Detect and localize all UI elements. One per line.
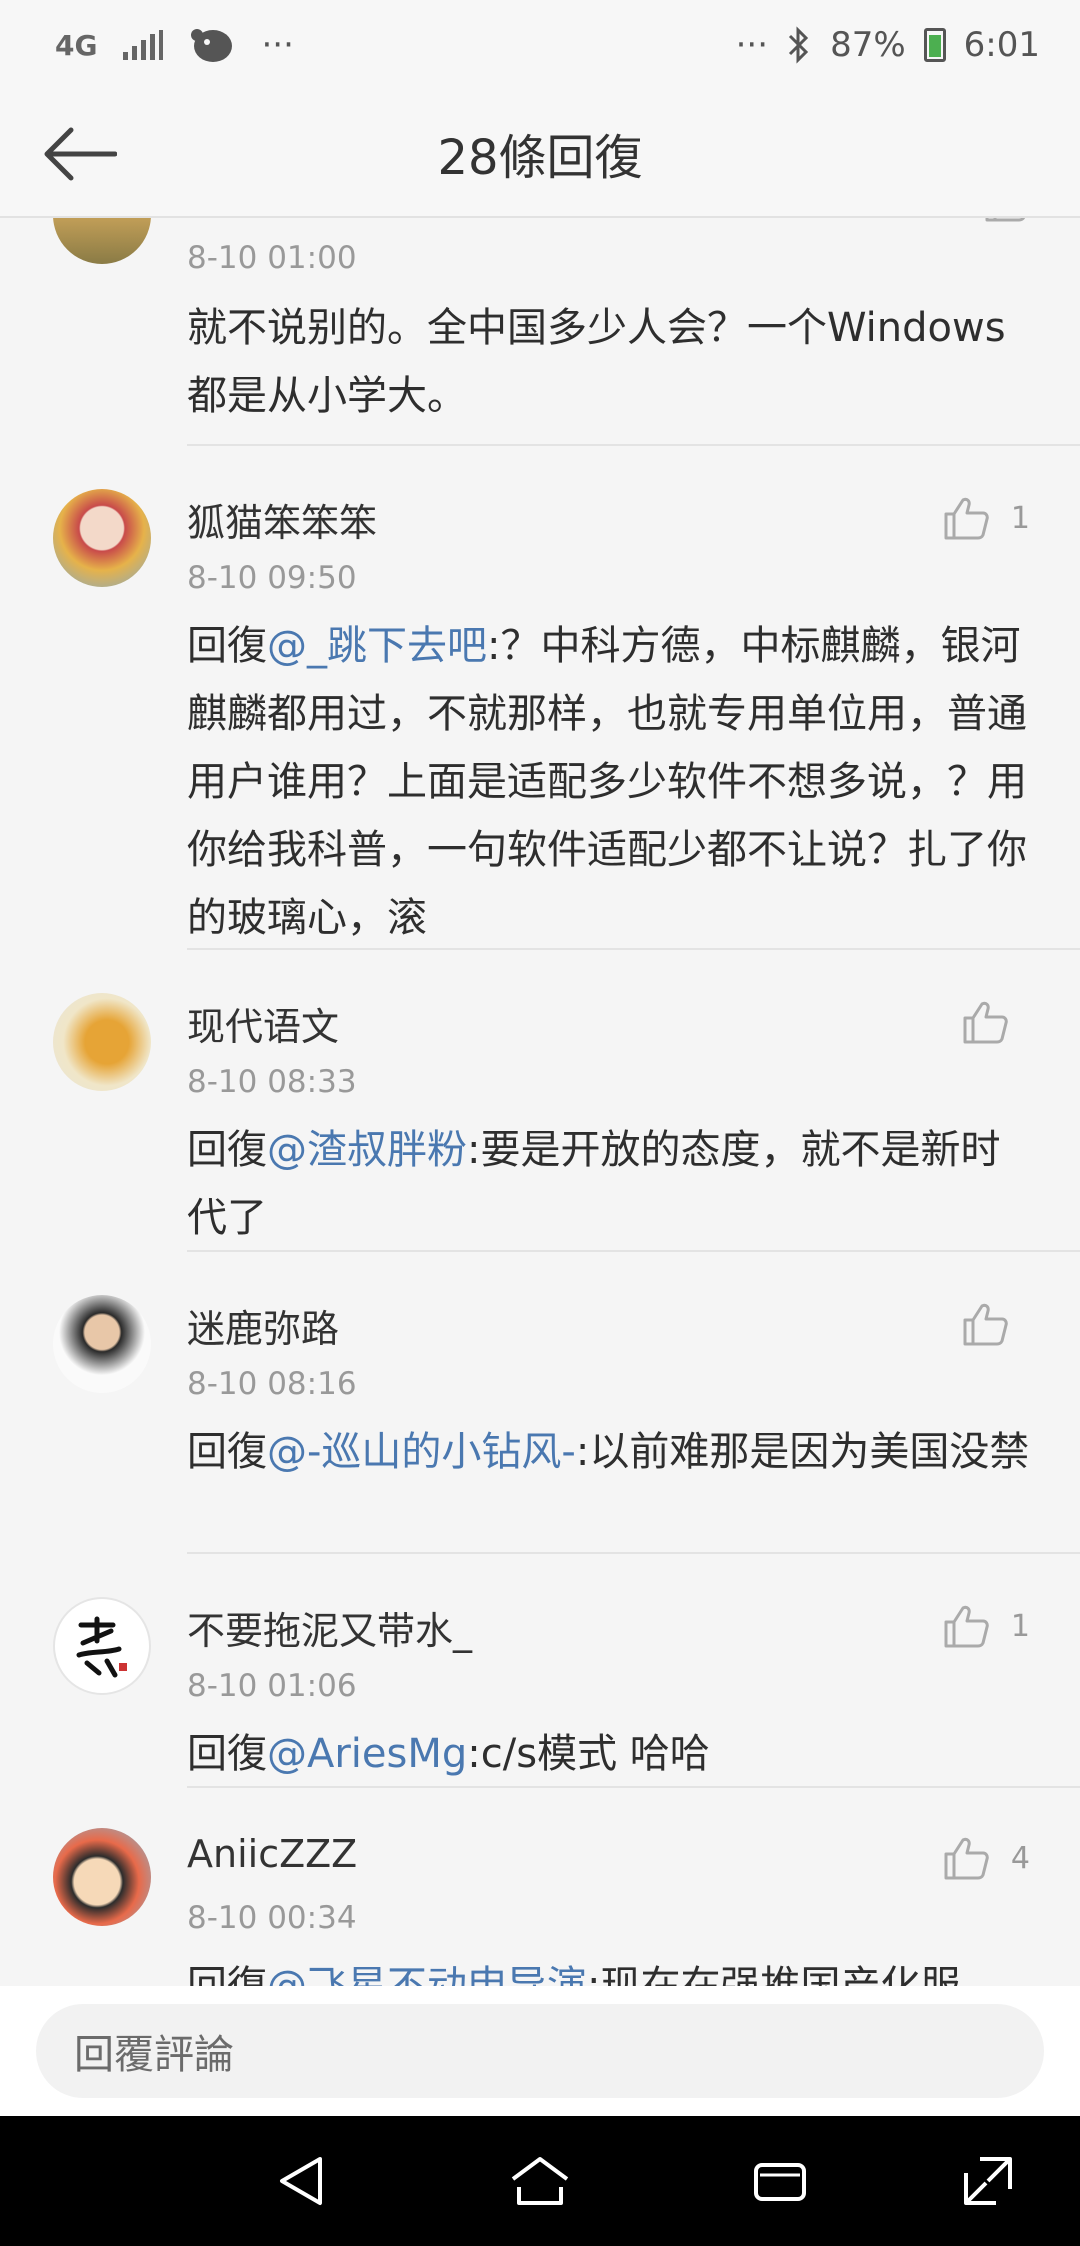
reply-prefix: 回復 xyxy=(187,1429,267,1475)
signal-icon xyxy=(123,30,164,60)
avatar[interactable] xyxy=(53,489,151,587)
clock: 6:01 xyxy=(963,25,1040,65)
nav-expand-button[interactable] xyxy=(948,2146,1028,2216)
like-count: 1 xyxy=(1010,1608,1030,1644)
comment-text: 回復@渣叔胖粉:要是开放的态度，就不是新时代了 xyxy=(187,1116,1030,1252)
reply-prefix: 回復 xyxy=(187,1963,267,1986)
reply-prefix: 回復 xyxy=(187,623,267,669)
comment-text: 回復@-巡山的小钻风-:以前难那是因为美国没禁 xyxy=(187,1418,1030,1486)
mention-link[interactable]: @-巡山的小钻风- xyxy=(267,1429,576,1475)
comment-item: 现代语文 8-10 08:33 回復@渣叔胖粉:要是开放的态度，就不是新时代了 xyxy=(0,950,1080,1252)
triangle-back-icon xyxy=(280,2157,322,2205)
reply-body: :以前难那是因为美国没禁 xyxy=(575,1429,1030,1475)
top-bar: 28條回復 xyxy=(0,90,1080,218)
mention-link[interactable]: @飞星不动申导演 xyxy=(267,1963,587,1986)
home-icon xyxy=(511,2157,569,2205)
comment-time: 8-10 01:06 xyxy=(187,1668,357,1704)
thumbs-up-icon xyxy=(944,1837,989,1880)
username[interactable]: 不要拖泥又带水_ xyxy=(187,1600,472,1655)
reply-prefix: 回復 xyxy=(187,1127,267,1173)
reply-body: :现在在强推国产化服 xyxy=(587,1963,961,1986)
like-button[interactable]: 1 xyxy=(943,496,1030,540)
network-type: 4G xyxy=(55,28,98,62)
username[interactable]: 迷鹿弥路 xyxy=(187,1298,339,1353)
recents-icon xyxy=(754,2163,806,2201)
comment-text: 就不说别的。全中国多少人会？一个Windows都是从小学大。 xyxy=(187,305,1006,419)
like-button[interactable] xyxy=(962,1000,1030,1044)
reply-body: :？中科方德，中标麒麟，银河麒麟都用过，不就那样，也就专用单位用，普通用户谁用？… xyxy=(187,623,1027,941)
thumbs-up-icon xyxy=(963,1303,1008,1346)
page-title: 28條回復 xyxy=(437,130,643,186)
thumbs-up-icon xyxy=(985,218,1026,222)
avatar[interactable] xyxy=(53,993,151,1091)
comment-item: 狐猫笨笨笨 1 8-10 09:50 回復@_跳下去吧:？中科方德，中标麒麟，银… xyxy=(0,446,1080,950)
reply-body: :c/s模式 哈哈 xyxy=(467,1731,710,1777)
username[interactable]: AniicZZZ xyxy=(187,1832,357,1876)
more-notifications-icon: ··· xyxy=(261,25,294,65)
nav-recents-button[interactable] xyxy=(740,2146,820,2216)
status-bar: 4G ··· ··· 87% 6:01 xyxy=(0,0,1080,90)
comment-time: 8-10 00:34 xyxy=(187,1900,357,1936)
thumbs-up-icon xyxy=(963,1001,1008,1044)
expand-icon xyxy=(964,2157,1012,2205)
avatar[interactable] xyxy=(53,1295,151,1393)
mention-link[interactable]: @AriesMg xyxy=(267,1731,467,1777)
mention-link[interactable]: @渣叔胖粉 xyxy=(267,1127,467,1173)
comment-item: 8-10 01:00 就不说别的。全中国多少人会？一个Windows都是从小学大… xyxy=(0,218,1080,446)
comment-time: 8-10 01:00 xyxy=(187,240,357,276)
mention-link[interactable]: @_跳下去吧 xyxy=(267,623,487,669)
app-notification-icon xyxy=(191,29,233,62)
avatar[interactable] xyxy=(53,218,151,264)
comment-time: 8-10 08:33 xyxy=(187,1064,357,1100)
like-button[interactable] xyxy=(984,218,1030,222)
like-button[interactable]: 4 xyxy=(943,1836,1030,1880)
like-button[interactable] xyxy=(962,1302,1030,1346)
nav-back-button[interactable] xyxy=(262,2146,342,2216)
reply-prefix: 回復 xyxy=(187,1731,267,1777)
username[interactable]: 现代语文 xyxy=(187,996,339,1051)
thumbs-up-icon xyxy=(944,497,989,540)
reply-bar: 回覆評論 xyxy=(0,1986,1080,2116)
comment-item: 迷鹿弥路 8-10 08:16 回復@-巡山的小钻风-:以前难那是因为美国没禁 xyxy=(0,1252,1080,1554)
avatar[interactable] xyxy=(53,1828,151,1926)
avatar[interactable] xyxy=(53,1597,151,1695)
comment-time: 8-10 08:16 xyxy=(187,1366,357,1402)
like-button[interactable]: 1 xyxy=(943,1604,1030,1648)
navigation-bar xyxy=(0,2116,1080,2246)
more-status-icon: ··· xyxy=(735,25,769,65)
nav-home-button[interactable] xyxy=(500,2146,580,2216)
battery-icon xyxy=(923,28,946,62)
like-count: 1 xyxy=(1010,500,1030,536)
comment-time: 8-10 09:50 xyxy=(187,560,357,596)
reply-input[interactable]: 回覆評論 xyxy=(36,2004,1044,2098)
comment-text: 回復@飞星不动申导演:现在在强推国产化服 xyxy=(187,1952,1030,1986)
comment-item: 不要拖泥又带水_ 1 8-10 01:06 回復@AriesMg:c/s模式 哈… xyxy=(0,1554,1080,1788)
like-count: 4 xyxy=(1010,1840,1030,1876)
bluetooth-icon xyxy=(789,26,809,64)
username[interactable]: 狐猫笨笨笨 xyxy=(187,492,377,547)
comment-list[interactable]: 8-10 01:00 就不说别的。全中国多少人会？一个Windows都是从小学大… xyxy=(0,218,1080,1986)
battery-percent: 87% xyxy=(830,25,906,65)
calligraphy-avatar-icon xyxy=(76,1616,127,1678)
comment-item: AniicZZZ 4 8-10 00:34 回復@飞星不动申导演:现在在强推国产… xyxy=(0,1788,1080,1986)
comment-text: 回復@AriesMg:c/s模式 哈哈 xyxy=(187,1720,1030,1788)
thumbs-up-icon xyxy=(944,1605,989,1648)
comment-text: 回復@_跳下去吧:？中科方德，中标麒麟，银河麒麟都用过，不就那样，也就专用单位用… xyxy=(187,612,1030,952)
